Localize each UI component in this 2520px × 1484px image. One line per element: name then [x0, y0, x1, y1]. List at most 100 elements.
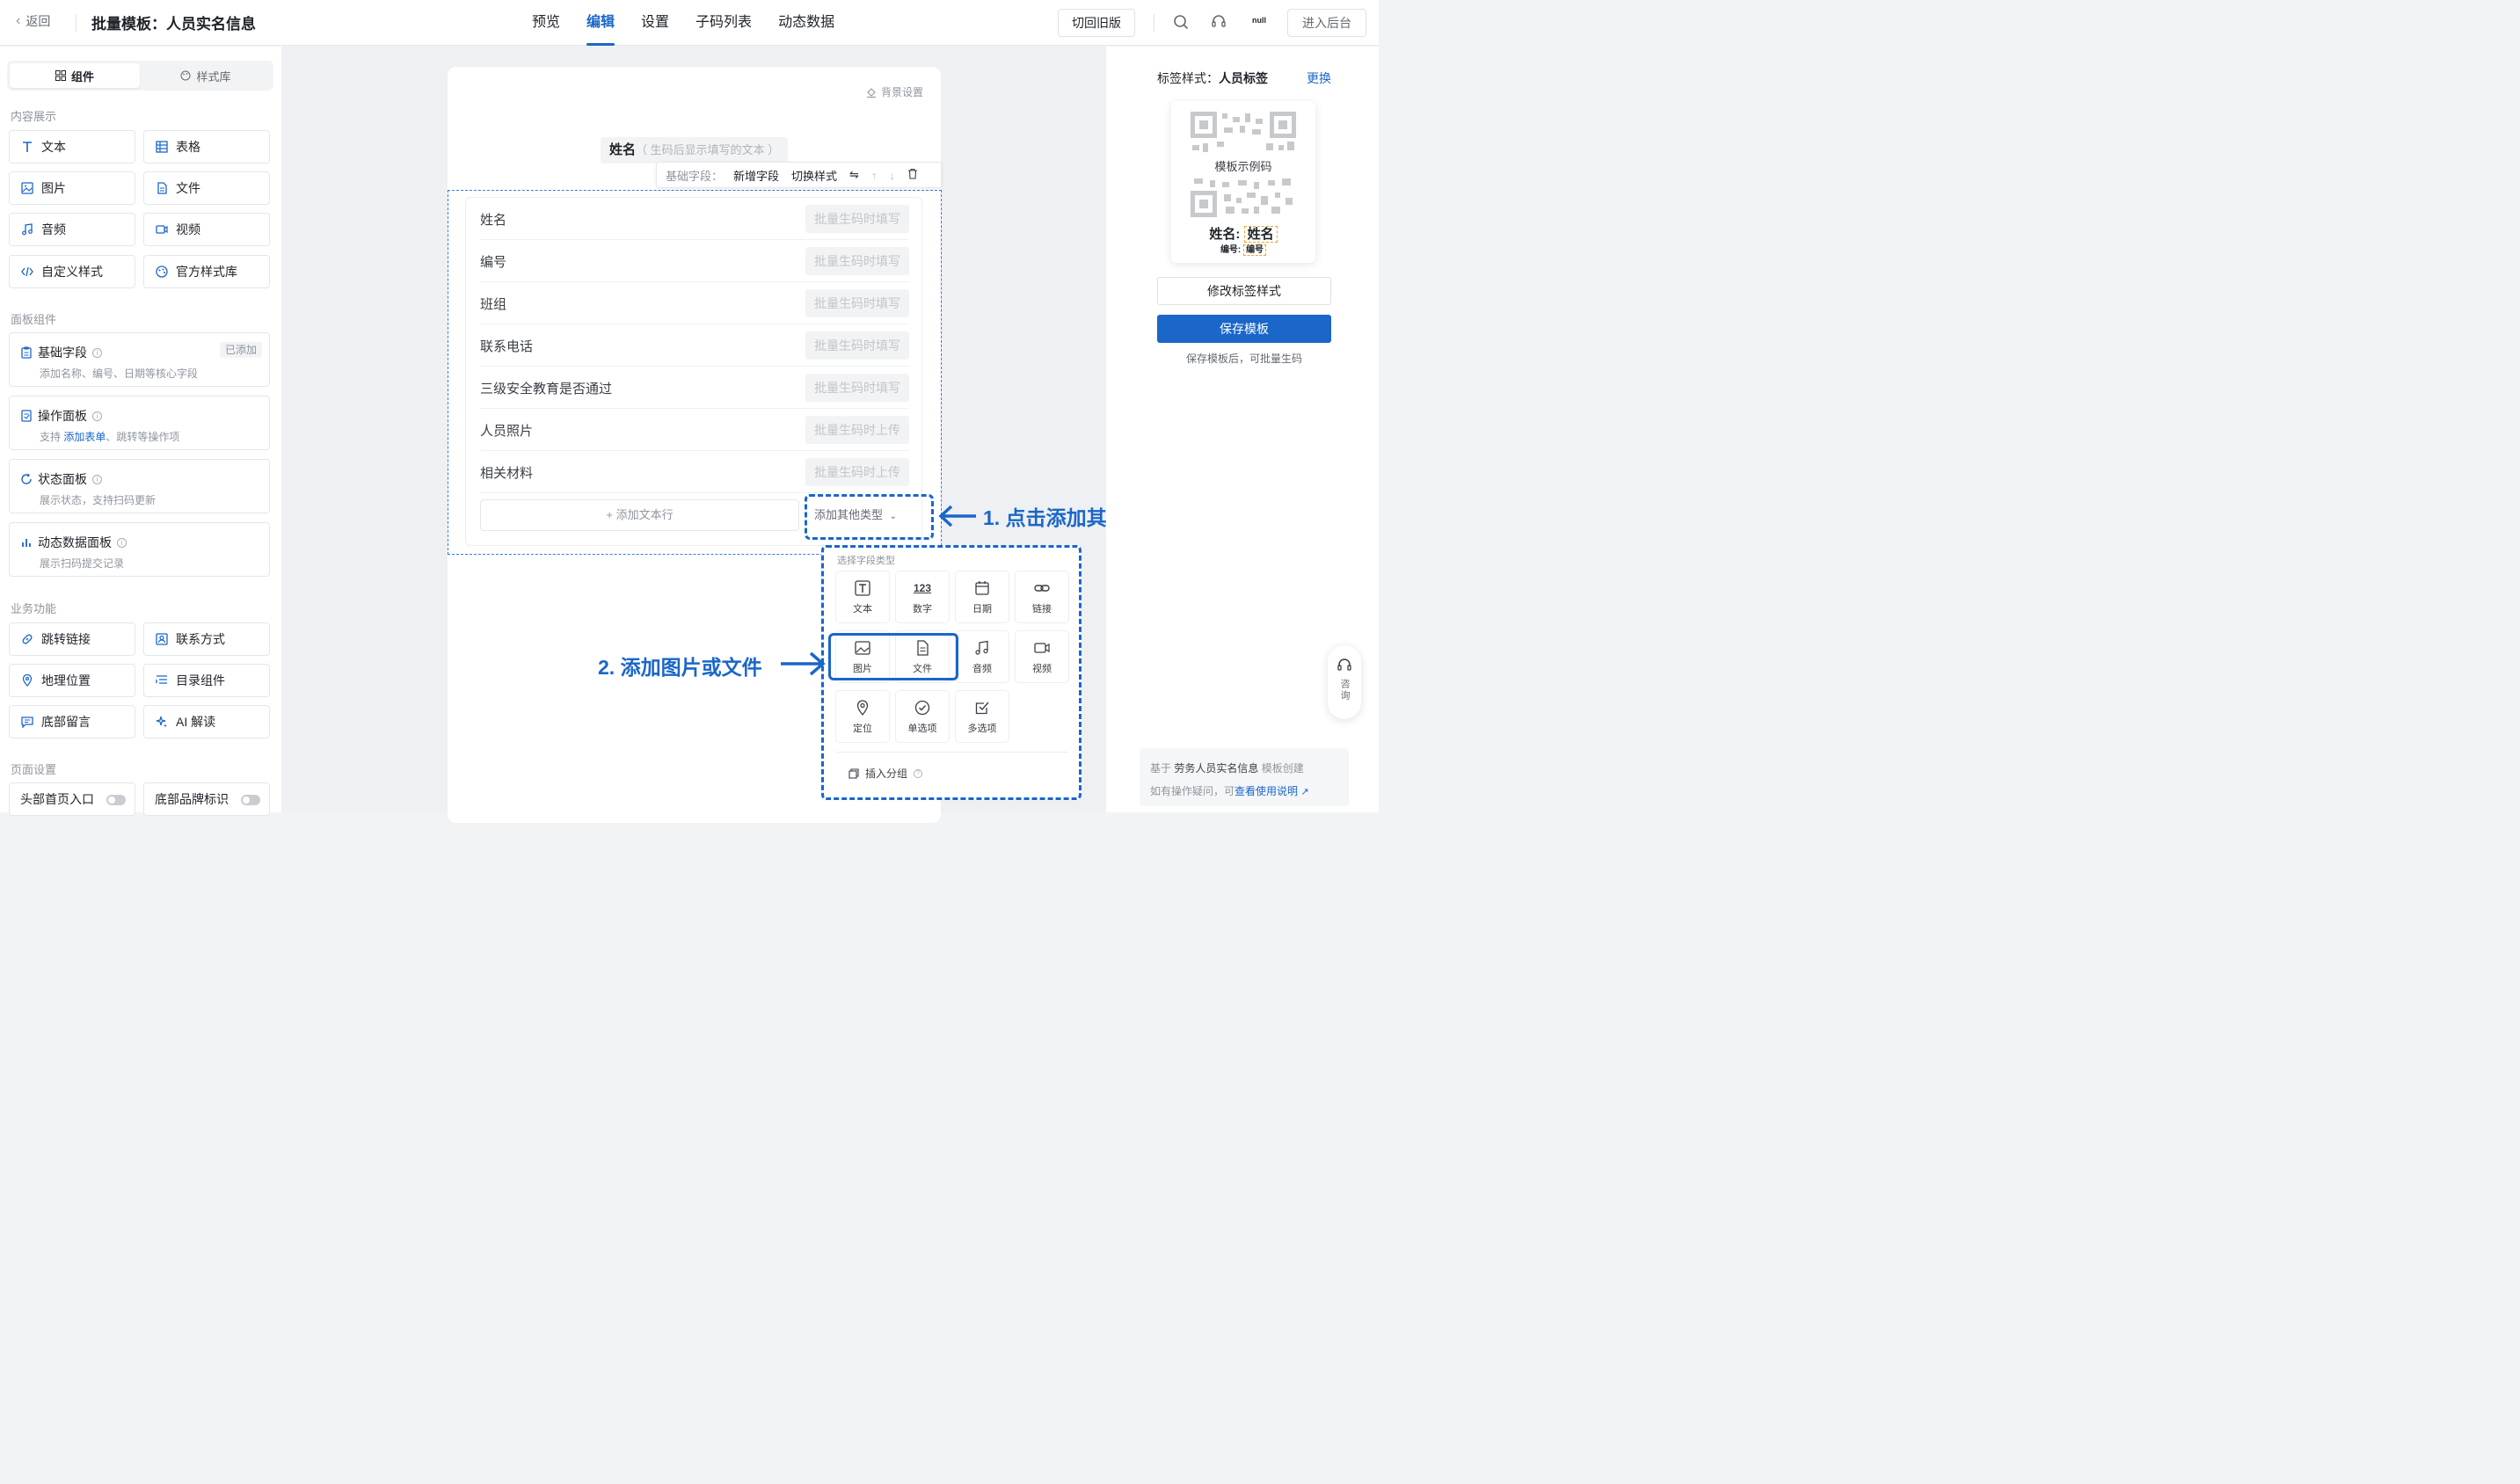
field-type-single-choice[interactable]: 单选项: [895, 690, 950, 743]
field-value: 批量生码时上传: [805, 458, 909, 486]
component-label: AI 解读: [176, 715, 216, 729]
form-row[interactable]: 相关材料 批量生码时上传: [480, 451, 909, 493]
field-type-number[interactable]: 123 数字: [895, 571, 950, 623]
save-template-button[interactable]: 保存模板: [1157, 315, 1331, 343]
component-footer-message-button[interactable]: 底部留言: [9, 705, 135, 738]
tab-dynamic-data[interactable]: 动态数据: [765, 0, 848, 46]
toggle-switch[interactable]: [241, 795, 260, 805]
tag-number-line: 编号: 编号: [1171, 242, 1315, 256]
tab-components[interactable]: 组件: [10, 63, 140, 88]
form-row[interactable]: 联系电话 批量生码时填写: [480, 324, 909, 367]
form-row[interactable]: 班组 批量生码时填写: [480, 282, 909, 324]
form-row[interactable]: 姓名 批量生码时填写: [480, 198, 909, 240]
add-field-button[interactable]: 新增字段: [733, 167, 779, 184]
user-name-text[interactable]: null: [1252, 16, 1266, 25]
help-icon[interactable]: ?: [914, 768, 923, 778]
component-audio-button[interactable]: 音频: [9, 213, 135, 246]
arrow-down-icon[interactable]: ↓: [889, 169, 895, 182]
switch-style-button[interactable]: 切换样式: [791, 167, 837, 184]
headset-icon[interactable]: [1209, 12, 1228, 32]
panel-status[interactable]: 状态面板 i 展示状态，支持扫码更新: [9, 459, 270, 513]
field-type-video[interactable]: 视频: [1015, 630, 1069, 683]
arrow-left-icon: [938, 505, 976, 527]
field-type-date[interactable]: 日期: [955, 571, 1009, 623]
component-catalog-button[interactable]: 目录组件: [143, 664, 270, 697]
panel-basic-fields[interactable]: 基础字段 i 添加名称、编号、日期等核心字段 已添加: [9, 332, 270, 387]
music-icon: [20, 222, 34, 236]
component-custom-style-button[interactable]: 自定义样式: [9, 255, 135, 288]
modify-label-style-button[interactable]: 修改标签样式: [1157, 277, 1331, 305]
background-setting-button[interactable]: 背景设置: [866, 84, 923, 99]
component-file-button[interactable]: 文件: [143, 171, 270, 205]
insert-group-label: 插入分组: [865, 767, 908, 780]
swap-icon[interactable]: ⇋: [849, 168, 859, 182]
component-contact-button[interactable]: 联系方式: [143, 622, 270, 656]
divider: [836, 752, 1068, 753]
consult-label: 咨询: [1339, 679, 1350, 702]
arrow-right-icon: [781, 651, 826, 676]
form-row[interactable]: 人员照片 批量生码时上传: [480, 409, 909, 451]
link-icon: [20, 632, 34, 646]
file-icon: [155, 181, 169, 195]
chevron-left-icon: ‹: [16, 13, 21, 28]
tab-subcode-list[interactable]: 子码列表: [682, 0, 765, 46]
field-type-label: 音频: [972, 663, 992, 674]
headset-icon: [1337, 658, 1351, 671]
info-icon[interactable]: i: [92, 411, 102, 421]
tab-style-library[interactable]: 样式库: [141, 63, 271, 88]
checkbox-icon: [973, 699, 991, 717]
field-label: 班组: [480, 297, 507, 312]
component-video-button[interactable]: 视频: [143, 213, 270, 246]
external-link-icon[interactable]: ↗: [1300, 787, 1308, 797]
form-row[interactable]: 三级安全教育是否通过 批量生码时填写: [480, 367, 909, 409]
panel-dynamic-data[interactable]: 动态数据面板 i 展示扫码提交记录: [9, 522, 270, 577]
component-ai-interpret-button[interactable]: AI 解读: [143, 705, 270, 738]
field-toolbar: 基础字段： 新增字段 切换样式 ⇋ ↑ ↓: [656, 162, 942, 188]
panel-operation[interactable]: 操作面板 i 支持 添加表单、跳转等操作项: [9, 396, 270, 450]
header-home-entry-setting: 头部首页入口: [9, 782, 135, 816]
panel-desc: 添加名称、编号、日期等核心字段: [40, 367, 199, 380]
field-type-text[interactable]: 文本: [835, 571, 890, 623]
form-row[interactable]: 编号 批量生码时填写: [480, 240, 909, 282]
toggle-switch[interactable]: [106, 795, 126, 805]
component-text-button[interactable]: 文本: [9, 130, 135, 164]
component-official-style-button[interactable]: 官方样式库: [143, 255, 270, 288]
field-value: 批量生码时填写: [805, 205, 909, 233]
calendar-icon: [973, 579, 991, 597]
field-type-audio[interactable]: 音频: [955, 630, 1009, 683]
component-table-button[interactable]: 表格: [143, 130, 270, 164]
component-label: 文本: [41, 140, 66, 154]
tab-edit[interactable]: 编辑: [573, 0, 628, 46]
consult-float-button[interactable]: 咨询: [1328, 645, 1361, 719]
info-icon[interactable]: i: [92, 347, 102, 358]
insert-group-button[interactable]: 插入分组 ?: [848, 766, 923, 781]
panel-desc: 展示状态，支持扫码更新: [40, 494, 157, 506]
tab-settings[interactable]: 设置: [628, 0, 682, 46]
enter-backend-button[interactable]: 进入后台: [1287, 9, 1366, 37]
palette-icon: [180, 70, 191, 81]
field-type-location[interactable]: 定位: [835, 690, 890, 743]
trash-icon[interactable]: [907, 168, 918, 182]
change-label-style-link[interactable]: 更换: [1307, 69, 1331, 87]
info-icon[interactable]: i: [117, 537, 127, 548]
field-type-multi-choice[interactable]: 多选项: [955, 690, 1009, 743]
tab-preview[interactable]: 预览: [519, 0, 573, 46]
search-icon[interactable]: [1171, 12, 1191, 32]
section-title-page: 页面设置: [11, 763, 57, 776]
label-preview: 模板示例码 姓名: 姓名 编号: 编号: [1171, 101, 1315, 263]
field-type-link[interactable]: 链接: [1015, 571, 1069, 623]
added-badge: 已添加: [219, 342, 262, 358]
component-location-button[interactable]: 地理位置: [9, 664, 135, 697]
component-image-button[interactable]: 图片: [9, 171, 135, 205]
switch-old-version-button[interactable]: 切回旧版: [1058, 9, 1135, 37]
info-icon[interactable]: i: [92, 474, 102, 484]
title-field-chip[interactable]: 姓名（ 生码后显示填写的文本 ）: [601, 137, 789, 164]
component-label: 联系方式: [176, 632, 225, 646]
back-button[interactable]: ‹ 返回: [16, 12, 50, 30]
add-form-link[interactable]: 添加表单: [63, 431, 106, 443]
arrow-up-icon[interactable]: ↑: [871, 169, 878, 182]
usage-guide-link[interactable]: 查看使用说明: [1235, 785, 1298, 797]
text-icon: [20, 140, 34, 154]
component-jump-link-button[interactable]: 跳转链接: [9, 622, 135, 656]
add-text-row-button[interactable]: + 添加文本行: [480, 499, 799, 531]
